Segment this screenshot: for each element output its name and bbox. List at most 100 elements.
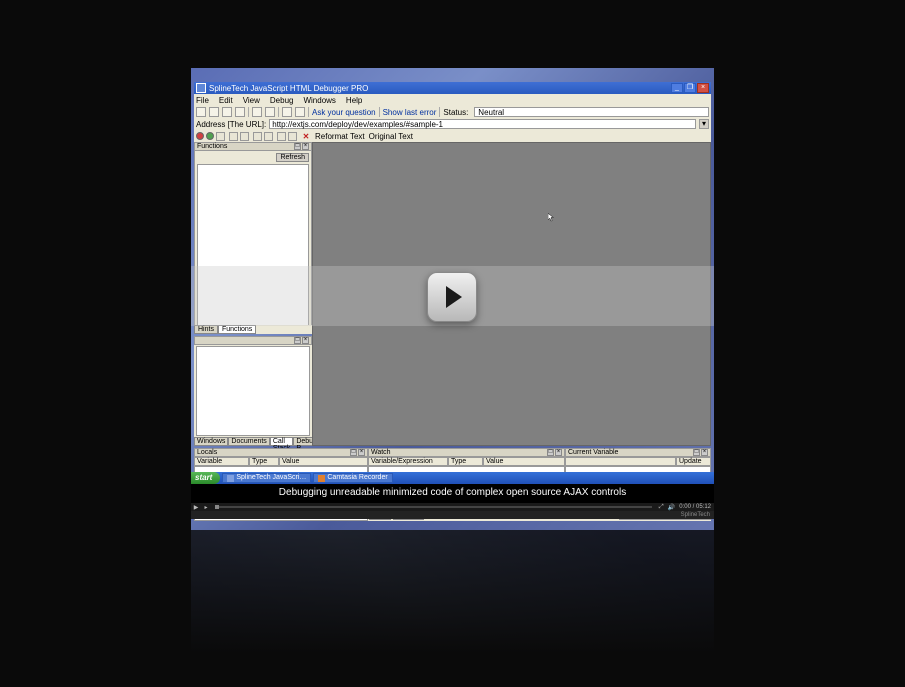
player-expand-icon[interactable]: ⤢ — [656, 504, 666, 511]
tab-documents[interactable]: Documents — [228, 437, 269, 446]
taskbar: start SplineTech JavaScri… Camtasia Reco… — [191, 472, 714, 484]
pause-icon[interactable] — [216, 132, 225, 141]
url-dropdown-icon[interactable]: ▾ — [699, 119, 709, 129]
panel-pin-icon[interactable]: □ — [294, 143, 301, 150]
taskbar-item-debugger[interactable]: SplineTech JavaScri… — [222, 473, 311, 483]
col-variable[interactable]: Variable — [194, 457, 249, 466]
refresh-button[interactable]: Refresh — [276, 153, 309, 162]
player-controls: ▶ ▸ ⤢ 🔊 0:00 / 05:12 — [191, 503, 714, 511]
forward-icon[interactable] — [295, 107, 305, 117]
stack-list[interactable] — [196, 346, 310, 436]
col-value[interactable]: Value — [279, 457, 368, 466]
start-button[interactable]: start — [191, 472, 220, 484]
window-titlebar[interactable]: SplineTech JavaScript HTML Debugger PRO … — [194, 82, 711, 94]
camtasia-icon — [318, 475, 325, 482]
save-icon[interactable] — [222, 107, 232, 117]
continue-icon[interactable] — [264, 132, 273, 141]
panel-close-icon[interactable]: × — [701, 449, 708, 456]
back-icon[interactable] — [282, 107, 292, 117]
open-icon[interactable] — [209, 107, 219, 117]
main-toolbar: Ask your question Show last error Status… — [194, 106, 711, 118]
ask-question-link[interactable]: Ask your question — [312, 108, 376, 117]
debug-toolbar: ✕ Reformat Text Original Text — [194, 130, 711, 142]
footer-right: SplineTech — [681, 512, 710, 518]
copy-icon[interactable] — [252, 107, 262, 117]
close-button[interactable]: × — [697, 83, 709, 93]
breakpoint-icon[interactable] — [277, 132, 286, 141]
panel-pin-icon[interactable]: □ — [547, 449, 554, 456]
menu-debug[interactable]: Debug — [270, 96, 294, 105]
panel-pin-icon[interactable]: □ — [350, 449, 357, 456]
hint-tabs: Hints Functions — [194, 325, 312, 334]
player-footer: SplineTech — [191, 511, 714, 519]
url-input[interactable]: http://extjs.com/deploy/dev/examples/#sa… — [269, 119, 696, 129]
menu-windows[interactable]: Windows — [303, 96, 335, 105]
player-volume-icon[interactable]: 🔊 — [666, 504, 676, 511]
current-header[interactable]: Current Variable □ × — [565, 448, 711, 457]
address-label: Address [The URL]: — [196, 120, 266, 129]
clear-breakpoints-icon[interactable] — [288, 132, 297, 141]
menu-file[interactable]: File — [196, 96, 209, 105]
locals-columns: Variable Type Value — [194, 457, 368, 466]
taskbar-item-label: SplineTech JavaScri… — [236, 473, 306, 483]
status-label: Status: — [443, 108, 468, 117]
app-icon — [227, 475, 234, 482]
panel-close-icon[interactable]: × — [555, 449, 562, 456]
player-time: 0:00 / 05:12 — [676, 504, 714, 510]
update-button[interactable]: Update — [676, 457, 711, 466]
tab-functions[interactable]: Functions — [218, 325, 256, 334]
col-var-expr[interactable]: Variable/Expression — [368, 457, 448, 466]
original-text-button[interactable]: Original Text — [369, 132, 413, 141]
reflection: start SplineTech JavaScri… Camtasia Reco… — [191, 530, 714, 685]
player-timeline[interactable] — [215, 506, 652, 508]
panel-pin-icon[interactable]: □ — [294, 337, 301, 344]
print-icon[interactable] — [235, 107, 245, 117]
functions-panel-header[interactable]: Functions □ × — [194, 142, 312, 151]
player-play-icon[interactable]: ▶ — [191, 504, 201, 511]
menu-bar: File Edit View Debug Windows Help — [194, 94, 711, 106]
app-icon — [196, 83, 206, 93]
tab-hints[interactable]: Hints — [194, 325, 218, 334]
new-icon[interactable] — [196, 107, 206, 117]
cancel-icon[interactable]: ✕ — [301, 132, 311, 141]
current-columns: Update — [565, 457, 711, 466]
col-spacer — [565, 457, 676, 466]
functions-panel-title: Functions — [197, 143, 227, 150]
play-button[interactable] — [427, 272, 477, 322]
stack-panel-header[interactable]: □ × — [194, 336, 312, 345]
locals-header[interactable]: Locals □ × — [194, 448, 368, 457]
menu-edit[interactable]: Edit — [219, 96, 233, 105]
step-into-icon[interactable] — [229, 132, 238, 141]
watch-header[interactable]: Watch □ × — [368, 448, 565, 457]
stack-panel: □ × Windows Documents Call Stack Debug P… — [194, 336, 312, 446]
separator — [439, 107, 440, 117]
player-next-icon[interactable]: ▸ — [201, 504, 211, 511]
timeline-handle[interactable] — [215, 505, 219, 509]
col-value[interactable]: Value — [483, 457, 565, 466]
cut-icon[interactable] — [265, 107, 275, 117]
step-over-icon[interactable] — [240, 132, 249, 141]
menu-help[interactable]: Help — [346, 96, 362, 105]
reformat-text-button[interactable]: Reformat Text — [315, 132, 365, 141]
step-out-icon[interactable] — [253, 132, 262, 141]
panel-pin-icon[interactable]: □ — [693, 449, 700, 456]
separator — [308, 107, 309, 117]
separator — [278, 107, 279, 117]
stop-icon[interactable] — [196, 132, 204, 140]
tab-windows[interactable]: Windows — [194, 437, 228, 446]
menu-view[interactable]: View — [243, 96, 260, 105]
panel-close-icon[interactable]: × — [302, 337, 309, 344]
panel-close-icon[interactable]: × — [358, 449, 365, 456]
taskbar-item-camtasia[interactable]: Camtasia Recorder — [313, 473, 392, 483]
col-type[interactable]: Type — [249, 457, 279, 466]
restore-button[interactable]: ❐ — [684, 83, 696, 93]
col-type[interactable]: Type — [448, 457, 483, 466]
mouse-cursor — [548, 213, 554, 222]
minimize-button[interactable]: _ — [671, 83, 683, 93]
play-icon — [446, 286, 462, 308]
run-icon[interactable] — [206, 132, 214, 140]
panel-close-icon[interactable]: × — [302, 143, 309, 150]
tab-call-stack[interactable]: Call Stack — [270, 437, 294, 446]
show-last-error-link[interactable]: Show last error — [383, 108, 437, 117]
taskbar-item-label: Camtasia Recorder — [327, 473, 387, 483]
